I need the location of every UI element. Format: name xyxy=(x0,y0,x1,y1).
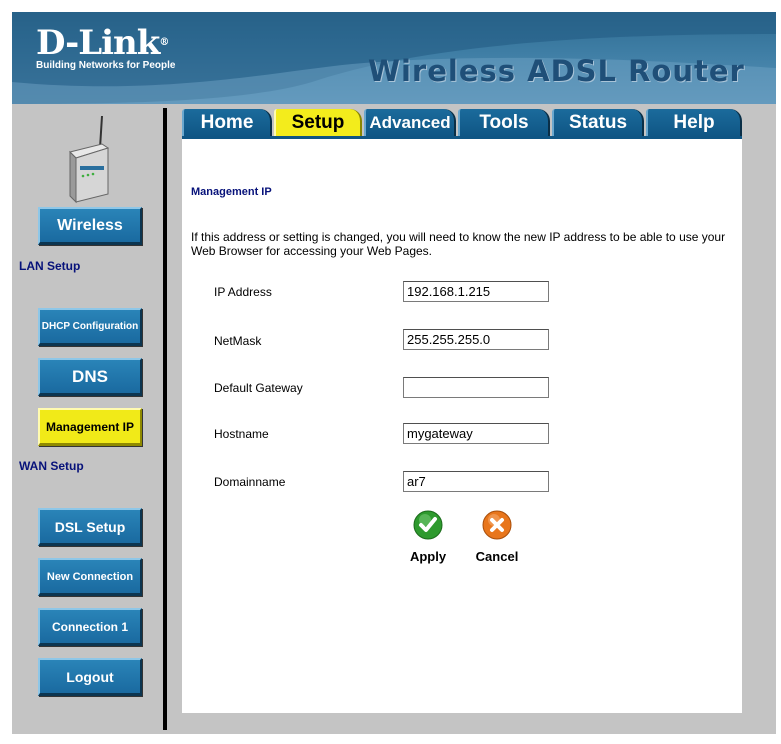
router-device-image xyxy=(69,115,110,204)
wan-setup-label: WAN Setup xyxy=(19,459,84,473)
logo-brand: D-Link xyxy=(36,23,160,63)
tab-help[interactable]: Help xyxy=(646,109,742,137)
tab-tools[interactable]: Tools xyxy=(458,109,550,137)
hostname-input[interactable] xyxy=(403,423,549,444)
cancel-button[interactable]: Cancel xyxy=(467,510,527,564)
cancel-label: Cancel xyxy=(475,549,519,564)
domainname-input[interactable] xyxy=(403,471,549,492)
top-tab-bar: Home Setup Advanced Tools Status Help xyxy=(182,109,742,137)
netmask-input[interactable] xyxy=(403,329,549,350)
lan-setup-label: LAN Setup xyxy=(19,259,81,273)
checkmark-icon xyxy=(413,510,443,540)
tab-advanced[interactable]: Advanced xyxy=(364,109,456,137)
header-banner: D-Link® Building Networks for People Wir… xyxy=(12,12,776,104)
sidebar-divider xyxy=(163,108,167,730)
sidebar-dhcp-configuration-button[interactable]: DHCP Configuration xyxy=(38,308,142,346)
page-description: If this address or setting is changed, y… xyxy=(191,230,726,258)
x-icon xyxy=(482,510,512,540)
domainname-label: Domainname xyxy=(214,475,286,489)
sidebar-connection-1-button[interactable]: Connection 1 xyxy=(38,608,142,646)
sidebar-new-connection-button[interactable]: New Connection xyxy=(38,558,142,596)
sidebar-logout-button[interactable]: Logout xyxy=(38,658,142,696)
ip-address-label: IP Address xyxy=(214,285,272,299)
tab-status[interactable]: Status xyxy=(552,109,644,137)
page-title: Management IP xyxy=(191,186,272,198)
logo-tagline: Building Networks for People xyxy=(36,60,176,71)
netmask-label: NetMask xyxy=(214,334,262,348)
apply-label: Apply xyxy=(409,549,447,564)
logo-registered-mark: ® xyxy=(159,37,169,48)
sidebar-dns-button[interactable]: DNS xyxy=(38,358,142,396)
tab-setup[interactable]: Setup xyxy=(274,109,362,137)
default-gateway-label: Default Gateway xyxy=(214,381,303,395)
default-gateway-input[interactable] xyxy=(403,377,549,398)
tab-home[interactable]: Home xyxy=(182,109,272,137)
sidebar-management-ip-button[interactable]: Management IP xyxy=(38,408,142,446)
apply-button[interactable]: Apply xyxy=(398,510,458,564)
hostname-label: Hostname xyxy=(214,427,269,441)
sidebar-dsl-setup-button[interactable]: DSL Setup xyxy=(38,508,142,546)
ip-address-input[interactable] xyxy=(403,281,549,302)
product-title: Wireless ADSL Router xyxy=(368,54,745,88)
dlink-logo: D-Link® Building Networks for People xyxy=(36,26,175,71)
sidebar-wireless-button[interactable]: Wireless xyxy=(38,207,142,245)
